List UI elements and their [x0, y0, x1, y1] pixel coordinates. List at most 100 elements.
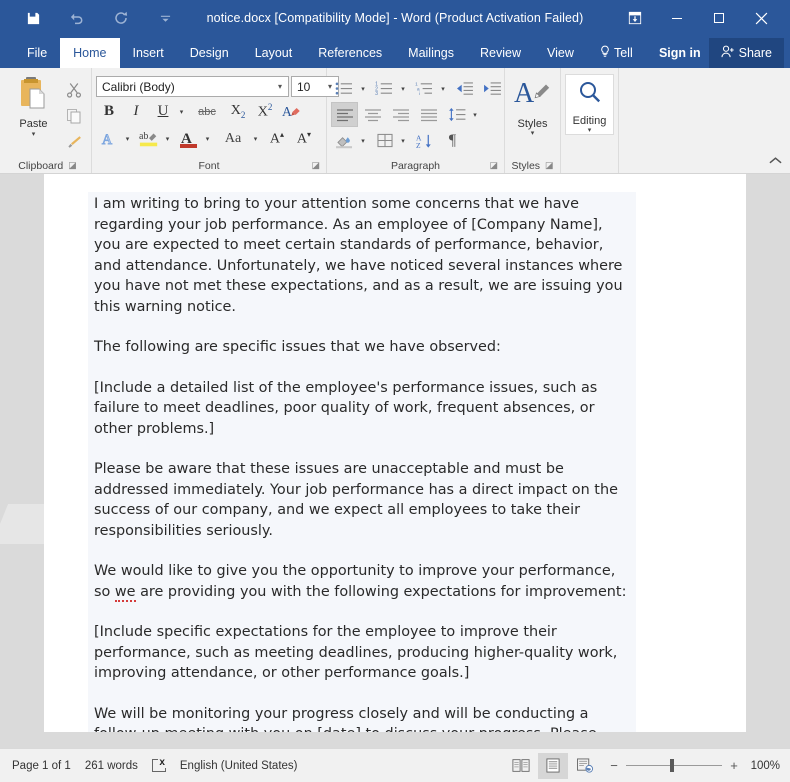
align-center-icon[interactable] — [359, 102, 386, 127]
styles-button[interactable]: A Styles ▾ — [509, 74, 556, 137]
document-area[interactable]: pcrisk.com I am writing to bring to your… — [0, 174, 790, 748]
shading-icon[interactable] — [331, 128, 358, 153]
document-paragraph[interactable]: Please be aware that these issues are un… — [94, 459, 630, 541]
justify-icon[interactable] — [415, 102, 442, 127]
language-status[interactable]: English (United States) — [180, 760, 298, 772]
editing-button[interactable]: Editing ▾ — [565, 74, 614, 135]
strikethrough-icon[interactable]: abc — [190, 99, 224, 124]
web-layout-icon[interactable] — [570, 753, 600, 779]
increase-indent-icon[interactable] — [479, 76, 506, 101]
bullets-caret-icon[interactable]: ▾ — [359, 76, 370, 101]
redo-icon[interactable] — [110, 7, 132, 29]
text-effects-icon[interactable]: A — [96, 126, 122, 151]
decrease-indent-icon[interactable] — [451, 76, 478, 101]
borders-caret-icon[interactable]: ▾ — [399, 128, 410, 153]
word-count[interactable]: 261 words — [85, 760, 138, 772]
font-name-caret-icon[interactable]: ▾ — [274, 82, 286, 91]
undo-icon[interactable] — [66, 7, 88, 29]
collapse-ribbon-icon[interactable] — [769, 156, 782, 168]
grow-font-icon[interactable]: A▴ — [264, 126, 290, 151]
document-page[interactable]: I am writing to bring to your attention … — [44, 174, 746, 732]
customize-quick-access-icon[interactable] — [154, 7, 176, 29]
tab-home[interactable]: Home — [60, 38, 120, 68]
misspelled-word[interactable]: we — [114, 583, 136, 602]
change-case-icon[interactable]: Aa — [216, 126, 250, 151]
ribbon-group-label-clipboard: Clipboard ◪ — [18, 159, 77, 172]
subscript-icon[interactable]: X2 — [225, 99, 251, 124]
tab-references[interactable]: References — [305, 38, 395, 68]
ribbon-display-options-icon[interactable] — [614, 3, 656, 33]
zoom-slider-thumb[interactable] — [670, 759, 674, 772]
clear-formatting-icon[interactable]: A — [279, 99, 305, 124]
underline-caret-icon[interactable]: ▾ — [177, 99, 189, 124]
font-color-icon[interactable]: A — [176, 126, 202, 151]
multilevel-list-icon[interactable]: 1ai — [411, 76, 438, 101]
align-left-icon[interactable] — [331, 102, 358, 127]
maximize-icon[interactable] — [698, 3, 740, 33]
document-paragraph[interactable]: I am writing to bring to your attention … — [94, 194, 630, 317]
document-paragraph[interactable]: [Include specific expectations for the e… — [94, 622, 630, 684]
paste-dropdown-caret-icon[interactable]: ▾ — [32, 131, 36, 138]
styles-dialog-launcher-icon[interactable]: ◪ — [545, 161, 554, 170]
zoom-slider[interactable] — [626, 759, 722, 772]
copy-icon[interactable] — [61, 104, 87, 128]
paste-button[interactable]: Paste ▾ — [8, 74, 59, 138]
paragraph-dialog-launcher-icon[interactable]: ◪ — [489, 161, 498, 170]
document-text-body[interactable]: I am writing to bring to your attention … — [88, 192, 636, 732]
align-right-icon[interactable] — [387, 102, 414, 127]
shrink-font-icon[interactable]: A▾ — [291, 126, 317, 151]
tab-insert[interactable]: Insert — [120, 38, 177, 68]
document-paragraph[interactable]: The following are specific issues that w… — [94, 337, 630, 358]
borders-icon[interactable] — [371, 128, 398, 153]
line-spacing-icon[interactable] — [443, 102, 470, 127]
shading-caret-icon[interactable]: ▾ — [359, 128, 370, 153]
tab-layout[interactable]: Layout — [242, 38, 306, 68]
page-indicator[interactable]: Page 1 of 1 — [12, 760, 71, 772]
editing-caret-icon[interactable]: ▾ — [588, 127, 592, 134]
zoom-level-label[interactable]: 100% — [746, 760, 780, 772]
save-icon[interactable] — [22, 7, 44, 29]
superscript-icon[interactable]: X2 — [252, 99, 278, 124]
read-mode-icon[interactable] — [506, 753, 536, 779]
cut-icon[interactable] — [61, 78, 87, 102]
sign-in-link[interactable]: Sign in — [659, 38, 709, 68]
bold-icon[interactable]: B — [96, 99, 122, 124]
tab-design[interactable]: Design — [177, 38, 242, 68]
numbering-icon[interactable]: 123 — [371, 76, 398, 101]
word-window: notice.docx [Compatibility Mode] - Word … — [0, 0, 790, 782]
document-paragraph[interactable]: We will be monitoring your progress clos… — [94, 704, 630, 733]
tab-mailings[interactable]: Mailings — [395, 38, 467, 68]
change-case-caret-icon[interactable]: ▾ — [251, 126, 263, 151]
zoom-control[interactable]: − + 100% — [608, 758, 780, 773]
close-icon[interactable] — [740, 3, 782, 33]
text-highlight-color-icon[interactable]: ab — [136, 126, 162, 151]
font-dialog-launcher-icon[interactable]: ◪ — [311, 161, 320, 170]
zoom-in-button[interactable]: + — [728, 758, 740, 773]
font-name-combo[interactable]: Calibri (Body) ▾ — [96, 76, 289, 97]
tell-me-box[interactable]: Tell — [599, 38, 659, 68]
highlight-caret-icon[interactable]: ▾ — [163, 126, 175, 151]
tab-review[interactable]: Review — [467, 38, 534, 68]
tab-file[interactable]: File — [14, 38, 60, 68]
document-paragraph[interactable]: [Include a detailed list of the employee… — [94, 378, 630, 440]
styles-caret-icon[interactable]: ▾ — [531, 130, 535, 137]
font-color-caret-icon[interactable]: ▾ — [203, 126, 215, 151]
document-paragraph[interactable]: We would like to give you the opportunit… — [94, 561, 630, 602]
print-layout-icon[interactable] — [538, 752, 568, 779]
proofing-status[interactable] — [151, 757, 166, 772]
zoom-out-button[interactable]: − — [608, 758, 620, 773]
numbering-caret-icon[interactable]: ▾ — [399, 76, 410, 101]
italic-icon[interactable]: I — [123, 99, 149, 124]
tab-view[interactable]: View — [534, 38, 587, 68]
show-formatting-marks-icon[interactable]: ¶ — [439, 128, 466, 153]
clipboard-dialog-launcher-icon[interactable]: ◪ — [68, 161, 77, 170]
sort-icon[interactable]: AZ — [411, 128, 438, 153]
minimize-icon[interactable] — [656, 3, 698, 33]
line-spacing-caret-icon[interactable]: ▾ — [471, 102, 482, 127]
multilevel-caret-icon[interactable]: ▾ — [439, 76, 450, 101]
text-effects-caret-icon[interactable]: ▾ — [123, 126, 135, 151]
bullets-icon[interactable] — [331, 76, 358, 101]
share-button[interactable]: Share — [708, 38, 784, 68]
format-painter-icon[interactable] — [61, 130, 87, 154]
underline-icon[interactable]: U — [150, 99, 176, 124]
